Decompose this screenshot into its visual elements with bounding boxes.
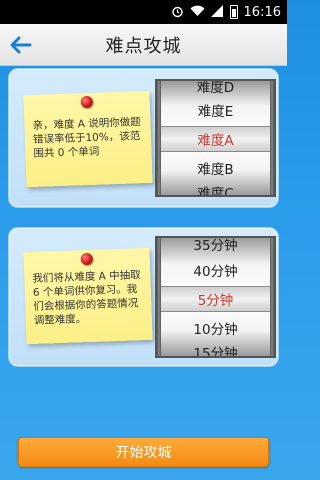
difficulty-panel: 亲，难度 A 说明你做题错误率低于10%，该范围共 0 个单词 难度D 难度E … — [8, 68, 279, 208]
pushpin-icon — [80, 95, 93, 109]
picker-item-selected[interactable]: 5分钟 — [161, 287, 270, 311]
battery-icon — [229, 5, 238, 19]
time-note-text: 我们将从难度 A 中抽取 6 个单词供你复习。我们会根据你的答题情况调整难度。 — [32, 269, 141, 327]
back-arrow-icon — [10, 36, 32, 54]
signal-icon — [210, 5, 224, 19]
wifi-icon — [190, 5, 205, 19]
back-button[interactable] — [6, 30, 36, 60]
picker-right-rail — [270, 81, 274, 195]
picker-item[interactable]: 难度D — [161, 81, 270, 98]
start-button-label: 开始攻城 — [115, 445, 172, 461]
picker-item[interactable]: 10分钟 — [161, 316, 270, 340]
status-time: 16:16 — [243, 4, 281, 20]
time-note: 我们将从难度 A 中抽取 6 个单词供你复习。我们会根据你的答题情况调整难度。 — [23, 247, 153, 345]
difficulty-note-text: 亲，难度 A 说明你做题错误率低于10%，该范围共 0 个单词 — [32, 116, 142, 160]
page-title: 难点攻城 — [105, 35, 182, 57]
picker-item[interactable]: 难度E — [161, 98, 270, 122]
difficulty-picker[interactable]: 难度D 难度E 难度A 难度B 难度C — [155, 79, 276, 197]
picker-item[interactable]: 难度B — [161, 156, 270, 180]
status-bar: 16:16 — [0, 0, 287, 24]
difficulty-note: 亲，难度 A 说明你做题错误率低于10%，该范围共 0 个单词 — [23, 90, 153, 188]
picker-right-rail — [270, 238, 274, 356]
title-bar: 难点攻城 — [0, 24, 287, 66]
time-panel: 我们将从难度 A 中抽取 6 个单词供你复习。我们会根据你的答题情况调整难度。 … — [8, 227, 279, 367]
picker-item-selected[interactable]: 难度A — [161, 127, 270, 151]
time-picker[interactable]: 35分钟 40分钟 5分钟 10分钟 15分钟 — [155, 236, 276, 358]
picker-item[interactable]: 35分钟 — [161, 238, 270, 256]
time-picker-wheel[interactable]: 35分钟 40分钟 5分钟 10分钟 15分钟 — [161, 238, 270, 356]
difficulty-picker-wheel[interactable]: 难度D 难度E 难度A 难度B 难度C — [161, 81, 270, 195]
picker-item[interactable]: 难度C — [161, 180, 270, 195]
picker-item[interactable]: 40分钟 — [161, 258, 270, 282]
pushpin-icon — [80, 252, 93, 266]
picker-item[interactable]: 15分钟 — [161, 340, 270, 356]
alarm-icon — [171, 5, 184, 20]
start-button[interactable]: 开始攻城 — [18, 437, 269, 467]
